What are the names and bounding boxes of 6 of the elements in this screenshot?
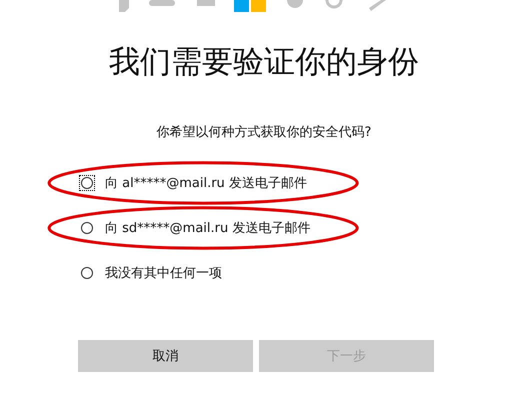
prompt-text: 你希望以何种方式获取你的安全代码? <box>156 124 372 141</box>
option-radio[interactable]: 向 sd*****@mail.ru 发送电子邮件 <box>81 218 310 238</box>
option-radio[interactable]: 向 al*****@mail.ru 发送电子邮件 <box>81 173 307 193</box>
cancel-button[interactable]: 取消 <box>78 340 253 372</box>
page-title: 我们需要验证你的身份 <box>109 43 419 82</box>
option-radio[interactable]: 我没有其中任何一项 <box>81 263 222 283</box>
